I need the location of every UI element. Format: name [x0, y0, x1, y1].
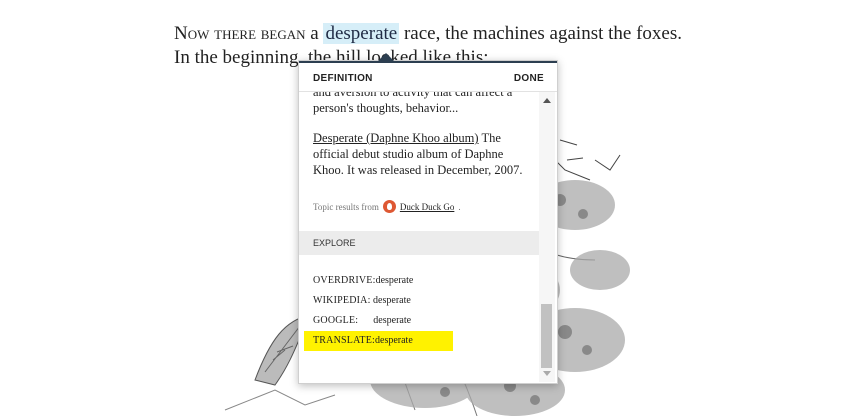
topic-result: Desperate (Daphne Khoo album) The offici…	[313, 130, 525, 178]
topic-results-source: Topic results from Duck Duck Go.	[313, 200, 525, 213]
scroll-down-arrow-icon[interactable]	[543, 371, 551, 376]
explore-term: desperate	[373, 295, 411, 306]
duckduckgo-logo-icon	[382, 200, 396, 213]
explore-term: desperate	[375, 335, 413, 346]
smallcaps-lead: Now there began	[174, 23, 306, 44]
explore-label: GOOGLE:	[313, 315, 359, 326]
popup-title: DEFINITION	[313, 73, 373, 84]
result-link[interactable]: Desperate (Daphne Khoo album)	[313, 131, 479, 145]
explore-label: OVERDRIVE:	[313, 275, 376, 286]
selected-word[interactable]: desperate	[323, 23, 400, 44]
explore-item-wikipedia[interactable]: WIKIPEDIA: desperate	[299, 291, 539, 311]
text-line-1: Now there began a desperate race, the ma…	[174, 22, 682, 46]
scrollbar[interactable]	[539, 92, 555, 382]
explore-item-overdrive[interactable]: OVERDRIVE:desperate	[299, 271, 539, 291]
definition-snippet: and aversion to activity that can affect…	[313, 92, 513, 115]
scrollbar-thumb[interactable]	[541, 304, 552, 368]
explore-header: EXPLORE	[299, 231, 539, 255]
duckduckgo-link[interactable]: Duck Duck Go	[400, 202, 455, 212]
text-pre: a	[305, 23, 324, 44]
text-post: race, the machines against the foxes.	[399, 23, 682, 44]
popup-scroll-area[interactable]: and aversion to activity that can affect…	[299, 92, 539, 382]
explore-list: OVERDRIVE:desperate WIKIPEDIA: desperate…	[299, 271, 539, 351]
popup-top-bar	[299, 61, 557, 63]
topic-suffix: .	[458, 201, 461, 212]
explore-term: desperate	[373, 315, 412, 326]
explore-label: WIKIPEDIA:	[313, 295, 371, 306]
explore-item-translate[interactable]: TRANSLATE:desperate	[304, 331, 453, 351]
definition-popup: DEFINITION DONE and aversion to activity…	[298, 53, 558, 384]
done-button[interactable]: DONE	[514, 73, 544, 84]
scroll-up-arrow-icon[interactable]	[543, 98, 551, 103]
explore-term: desperate	[375, 275, 414, 286]
topic-prefix: Topic results from	[313, 201, 379, 212]
popup-content: and aversion to activity that can affect…	[299, 92, 539, 351]
explore-label: TRANSLATE:	[313, 335, 375, 346]
explore-item-google[interactable]: GOOGLE: desperate	[299, 311, 539, 331]
